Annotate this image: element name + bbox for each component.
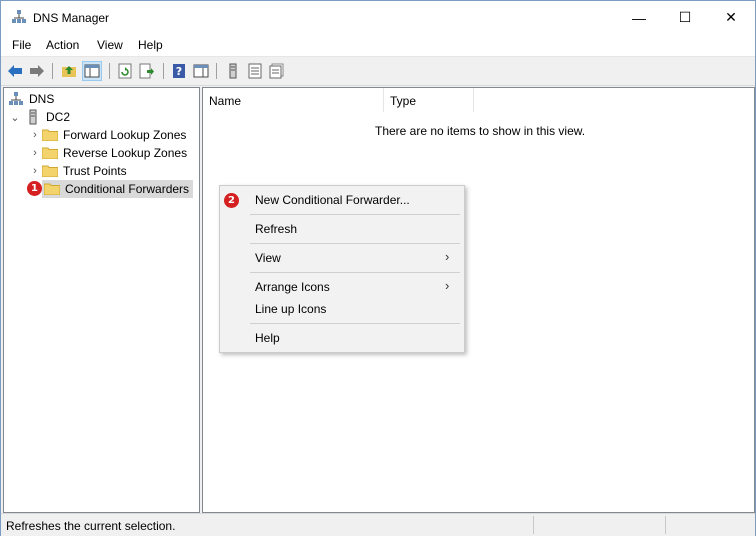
- folder-icon: [42, 147, 58, 159]
- menu-item-label: View: [255, 251, 281, 265]
- step-badge-1: 1: [27, 181, 42, 196]
- menu-item-label: Arrange Icons: [255, 280, 330, 294]
- menu-item-line-up-icons[interactable]: Line up Icons: [220, 298, 464, 320]
- folder-icon: [44, 183, 60, 195]
- tree-label: DNS: [29, 92, 55, 106]
- tree-label: Conditional Forwarders: [65, 182, 190, 196]
- tree-node-dc2[interactable]: ⌄ DC2: [8, 108, 70, 126]
- refresh-button[interactable]: [115, 61, 135, 81]
- toolbar-separator: [163, 63, 164, 79]
- toolbar-separator: [52, 63, 53, 79]
- menu-separator: [250, 272, 460, 273]
- minimize-icon: —: [632, 9, 646, 26]
- forward-icon: [30, 65, 44, 77]
- status-text: Refreshes the current selection.: [6, 519, 176, 533]
- menu-item-label: New Conditional Forwarder...: [255, 193, 410, 207]
- help-button[interactable]: ?: [169, 61, 189, 81]
- show-hide-console-tree-icon: [84, 64, 100, 78]
- refresh-icon: [118, 63, 132, 79]
- menu-help[interactable]: Help: [138, 38, 163, 52]
- console-tree-pane: DNS ⌄ DC2 › Forward Lookup Zones › Rever…: [3, 87, 200, 513]
- tree-node-dns[interactable]: DNS: [8, 90, 54, 108]
- list-icon: [248, 63, 262, 79]
- forward-button[interactable]: [27, 61, 47, 81]
- tree-node-conditional-forwarders[interactable]: Conditional Forwarders: [42, 180, 194, 198]
- details-icon: [269, 63, 284, 79]
- toolbar-separator: [216, 63, 217, 79]
- export-list-icon: [139, 63, 154, 79]
- menu-file[interactable]: File: [12, 38, 31, 52]
- minimize-button[interactable]: —: [616, 1, 662, 34]
- dns-icon: [9, 92, 23, 105]
- menu-item-help[interactable]: Help: [220, 327, 464, 349]
- menu-item-refresh[interactable]: Refresh: [220, 218, 464, 240]
- back-icon: [8, 65, 22, 77]
- back-button[interactable]: [5, 61, 25, 81]
- server-icon: [29, 109, 37, 125]
- close-button[interactable]: ✕: [708, 1, 754, 34]
- details-button[interactable]: [267, 61, 287, 81]
- menu-bar: File Action View Help: [1, 34, 755, 57]
- folder-icon: [42, 165, 58, 177]
- action-pane-icon: [193, 64, 209, 78]
- svg-text:?: ?: [176, 65, 182, 78]
- export-list-button[interactable]: [137, 61, 157, 81]
- column-header-name[interactable]: Name: [203, 88, 384, 112]
- status-bar: Refreshes the current selection.: [1, 513, 755, 536]
- tree-node-forward-lookup-zones[interactable]: › Forward Lookup Zones: [28, 126, 186, 144]
- empty-list-message: There are no items to show in this view.: [375, 124, 586, 138]
- status-divider: [533, 516, 534, 534]
- tree-label: Trust Points: [63, 164, 127, 178]
- menu-separator: [250, 323, 460, 324]
- chevron-right-icon[interactable]: ›: [28, 129, 42, 141]
- chevron-down-icon[interactable]: ⌄: [8, 111, 22, 124]
- menu-view[interactable]: View: [97, 38, 123, 52]
- toolbar: ?: [1, 57, 755, 86]
- window-title: DNS Manager: [33, 11, 110, 25]
- maximize-icon: ☐: [678, 9, 692, 25]
- menu-item-label: Line up Icons: [255, 302, 327, 316]
- chevron-right-icon[interactable]: ›: [28, 165, 42, 177]
- menu-item-new-conditional-forwarder[interactable]: 2 New Conditional Forwarder...: [220, 189, 464, 211]
- up-folder-icon: [62, 66, 76, 77]
- tree-node-trust-points[interactable]: › Trust Points: [28, 162, 127, 180]
- toolbar-separator: [109, 63, 110, 79]
- context-menu: 2 New Conditional Forwarder... Refresh V…: [219, 185, 465, 353]
- tree-label: DC2: [46, 110, 71, 124]
- menu-separator: [250, 243, 460, 244]
- column-label: Type: [390, 94, 417, 108]
- dns-app-icon: [12, 10, 26, 23]
- server-button[interactable]: [223, 61, 243, 81]
- submenu-arrow-icon: ›: [445, 278, 450, 293]
- column-label: Name: [209, 94, 242, 108]
- dns-manager-window: DNS Manager — ☐ ✕ File Action View Help: [0, 0, 756, 536]
- list-button[interactable]: [245, 61, 265, 81]
- show-hide-console-tree-button[interactable]: [82, 61, 102, 81]
- server-icon: [229, 63, 237, 79]
- maximize-button[interactable]: ☐: [662, 1, 708, 34]
- menu-item-label: Help: [255, 331, 280, 345]
- tree-label: Reverse Lookup Zones: [63, 146, 188, 160]
- status-divider: [665, 516, 666, 534]
- close-icon: ✕: [725, 9, 737, 25]
- folder-icon: [42, 129, 58, 141]
- action-pane-button[interactable]: [191, 61, 211, 81]
- menu-item-arrange-icons[interactable]: Arrange Icons ›: [220, 276, 464, 298]
- menu-item-view[interactable]: View ›: [220, 247, 464, 269]
- menu-item-label: Refresh: [255, 222, 298, 236]
- menu-separator: [250, 214, 460, 215]
- submenu-arrow-icon: ›: [445, 249, 450, 264]
- menu-action[interactable]: Action: [46, 38, 79, 52]
- tree-label: Forward Lookup Zones: [63, 128, 187, 142]
- help-icon: ?: [173, 64, 185, 78]
- chevron-right-icon[interactable]: ›: [28, 147, 42, 159]
- tree-node-reverse-lookup-zones[interactable]: › Reverse Lookup Zones: [28, 144, 187, 162]
- up-one-level-button[interactable]: [59, 61, 79, 81]
- step-badge-2: 2: [224, 193, 239, 208]
- column-header-type[interactable]: Type: [384, 88, 474, 112]
- title-bar: DNS Manager — ☐ ✕: [1, 1, 755, 34]
